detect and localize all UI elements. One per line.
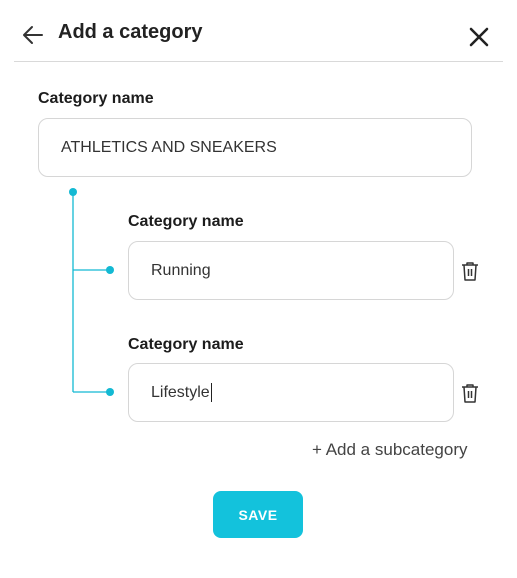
dialog-header: Add a category <box>0 0 517 62</box>
category-name-input[interactable]: ATHLETICS AND SNEAKERS <box>38 118 472 177</box>
page-title: Add a category <box>58 21 203 43</box>
subcategory-name-input[interactable]: Running <box>128 241 454 300</box>
subcategory-name-input[interactable]: Lifestyle <box>128 363 454 422</box>
trash-icon[interactable] <box>461 383 479 403</box>
close-icon[interactable] <box>466 24 492 50</box>
subcategory-name-value: Lifestyle <box>151 383 210 401</box>
subcategory-name-label: Category name <box>128 213 244 230</box>
subcategory-name-value: Running <box>151 261 211 279</box>
category-name-label: Category name <box>38 90 154 107</box>
save-button[interactable]: SAVE <box>213 491 303 538</box>
subcategory-name-label: Category name <box>128 336 244 353</box>
arrow-left-icon[interactable] <box>20 22 46 48</box>
category-name-value: ATHLETICS AND SNEAKERS <box>61 138 277 156</box>
header-divider <box>14 61 503 62</box>
trash-icon[interactable] <box>461 261 479 281</box>
text-cursor <box>210 383 212 402</box>
add-subcategory-link[interactable]: + Add a subcategory <box>312 440 467 460</box>
